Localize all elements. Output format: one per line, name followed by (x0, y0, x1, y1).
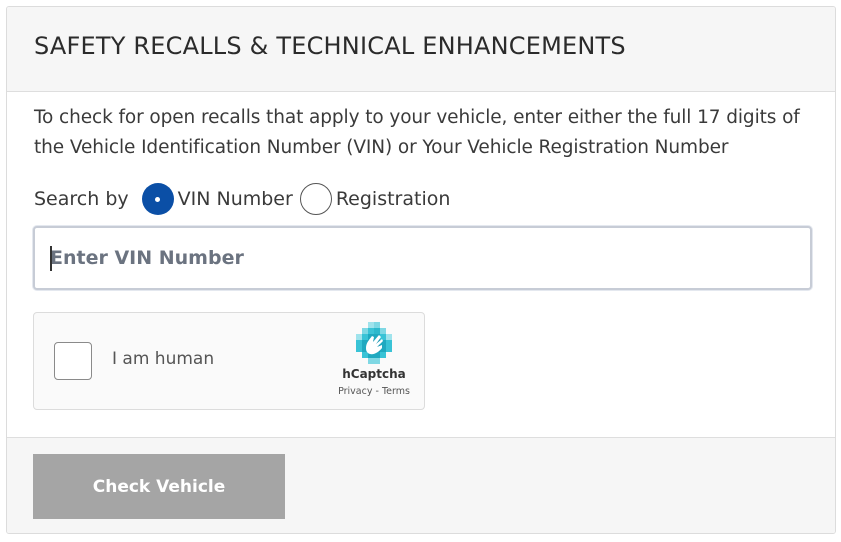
hcaptcha-logo-icon (356, 322, 392, 364)
card-header: SAFETY RECALLS & TECHNICAL ENHANCEMENTS (7, 7, 835, 92)
hcaptcha-widget: I am human hCaptcha Privacy - Terms (33, 312, 425, 410)
registration-radio[interactable] (299, 183, 332, 215)
text-cursor (50, 246, 52, 271)
instructions-text: To check for open recalls that apply to … (34, 107, 800, 158)
captcha-checkbox[interactable] (54, 342, 92, 380)
vin-number-radio-label[interactable]: VIN Number (178, 188, 293, 210)
search-by-radio-group: Search by VIN Number Registration (34, 182, 457, 216)
vin-number-input[interactable] (33, 226, 812, 290)
hcaptcha-brand: hCaptcha (342, 367, 406, 381)
check-vehicle-button[interactable]: Check Vehicle (33, 454, 285, 519)
card-footer: Check Vehicle (7, 437, 835, 533)
captcha-label: I am human (112, 349, 215, 369)
page-title: SAFETY RECALLS & TECHNICAL ENHANCEMENTS (34, 32, 626, 60)
registration-radio-label[interactable]: Registration (336, 188, 451, 210)
card-body: To check for open recalls that apply to … (7, 93, 835, 437)
radio-selected-dot (155, 196, 161, 202)
vin-number-radio[interactable] (141, 183, 174, 215)
recall-check-card: SAFETY RECALLS & TECHNICAL ENHANCEMENTS … (6, 6, 836, 534)
search-by-label: Search by (34, 188, 129, 210)
hcaptcha-privacy-terms-links[interactable]: Privacy - Terms (331, 386, 417, 397)
